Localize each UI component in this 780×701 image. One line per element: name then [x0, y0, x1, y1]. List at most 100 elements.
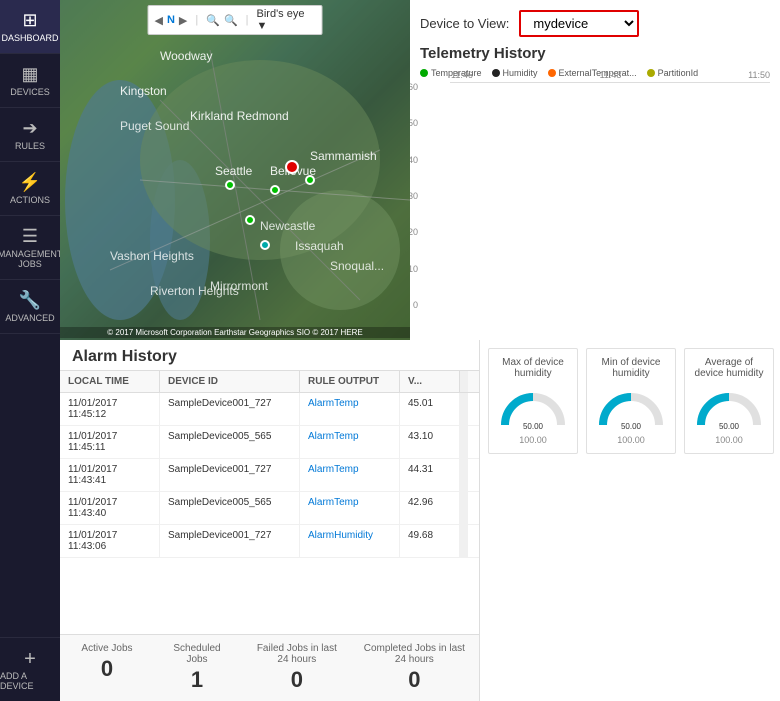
main-content: Kingston Woodway Puget Sound Kirkland Re… — [60, 0, 780, 701]
job-label: Failed Jobs in last 24 hours — [252, 643, 342, 665]
y-label: 50 — [410, 118, 418, 128]
svg-text:Issaquah: Issaquah — [295, 239, 344, 253]
cell-rule: AlarmTemp — [300, 393, 400, 425]
sidebar-item-rules[interactable]: ➔ RULES — [0, 108, 60, 162]
table-row: 11/01/201711:45:12 SampleDevice001_727 A… — [60, 393, 479, 426]
map-toolbar: ◀ N ▶ | 🔍 🔍 | Bird's eye ▼ — [148, 5, 323, 35]
sidebar-item-advanced[interactable]: 🔧 ADVANCED — [0, 280, 60, 334]
sidebar-item-label: DEVICES — [10, 87, 50, 97]
chart-container: 6050403020100 11:4611:4811:50 — [420, 82, 770, 330]
nav-compass: N — [167, 14, 175, 26]
svg-text:Puget Sound: Puget Sound — [120, 119, 189, 133]
humidity-card-2: Average of device humidity 50.00 100.00 — [684, 348, 774, 454]
cell-device: SampleDevice005_565 — [160, 492, 300, 524]
telemetry-title: Telemetry History — [420, 45, 770, 62]
svg-text:Snoqual...: Snoqual... — [330, 259, 384, 273]
device-select[interactable]: mydevice — [519, 10, 639, 37]
gauge-center-label: 50.00 — [523, 422, 544, 431]
job-count: 0 — [291, 667, 303, 693]
table-row: 11/01/201711:43:06 SampleDevice001_727 A… — [60, 525, 479, 558]
jobs-footer: Active Jobs0Scheduled Jobs1Failed Jobs i… — [60, 634, 479, 701]
birdseye-label: Bird's eye ▼ — [257, 8, 316, 32]
y-label: 60 — [410, 82, 418, 92]
x-label: 11:50 — [748, 70, 770, 80]
alarm-table-header: LOCAL TIME DEVICE ID RULE OUTPUT V... — [60, 370, 479, 393]
cell-time: 11/01/201711:45:11 — [60, 426, 160, 458]
rule-link[interactable]: AlarmTemp — [308, 431, 359, 442]
gauge-max-label: 100.00 — [519, 435, 547, 445]
cell-device: SampleDevice001_727 — [160, 459, 300, 491]
rule-link[interactable]: AlarmTemp — [308, 464, 359, 475]
table-row: 11/01/201711:45:11 SampleDevice005_565 A… — [60, 426, 479, 459]
bottom-area: Alarm History LOCAL TIME DEVICE ID RULE … — [60, 340, 780, 701]
y-label: 30 — [410, 191, 418, 201]
nav-right-btn[interactable]: ▶ — [179, 14, 187, 27]
y-label: 40 — [410, 155, 418, 165]
col-header-time: LOCAL TIME — [60, 371, 160, 392]
cell-device: SampleDevice001_727 — [160, 525, 300, 557]
y-label: 0 — [410, 300, 418, 310]
dashboard-icon: ⊞ — [22, 10, 37, 31]
cell-time: 11/01/201711:43:06 — [60, 525, 160, 557]
cell-rule: AlarmHumidity — [300, 525, 400, 557]
map-marker-green-1[interactable] — [245, 215, 255, 225]
alarm-panel: Alarm History LOCAL TIME DEVICE ID RULE … — [60, 340, 480, 701]
chart-area: 11:4611:4811:50 — [450, 82, 770, 83]
humidity-card-title: Average of device humidity — [693, 357, 765, 379]
alarm-table: LOCAL TIME DEVICE ID RULE OUTPUT V... 11… — [60, 370, 479, 634]
rule-link[interactable]: AlarmHumidity — [308, 530, 373, 541]
birdseye-btn[interactable]: Bird's eye ▼ — [257, 8, 316, 32]
advanced-icon: 🔧 — [19, 290, 41, 311]
job-item: Completed Jobs in last 24 hours0 — [362, 643, 467, 693]
humidity-cards-row: Max of device humidity 50.00 100.00 Min … — [488, 348, 772, 454]
svg-text:Vashon Heights: Vashon Heights — [110, 249, 194, 263]
svg-text:Woodway: Woodway — [160, 49, 212, 63]
job-label: Scheduled Jobs — [162, 643, 232, 665]
gauge-max-label: 100.00 — [715, 435, 743, 445]
job-count: 0 — [101, 656, 113, 682]
cell-value: 44.31 — [400, 459, 460, 491]
actions-icon: ⚡ — [19, 172, 41, 193]
table-row: 11/01/201711:43:40 SampleDevice005_565 A… — [60, 492, 479, 525]
svg-text:Kingston: Kingston — [120, 84, 167, 98]
svg-text:Newcastle: Newcastle — [260, 219, 316, 233]
svg-text:Sammamish: Sammamish — [310, 149, 377, 163]
sidebar-item-label: RULES — [15, 141, 45, 151]
map-svg: Kingston Woodway Puget Sound Kirkland Re… — [60, 0, 410, 340]
chart-wrapper: 11:4611:4811:50 — [450, 82, 770, 330]
zoom-out-btn[interactable]: 🔍 — [224, 14, 238, 27]
sidebar-item-label: MANAGEMENT JOBS — [0, 249, 62, 269]
humidity-card-0: Max of device humidity 50.00 100.00 — [488, 348, 578, 454]
sidebar-item-devices[interactable]: ▦ DEVICES — [0, 54, 60, 108]
alarm-title: Alarm History — [60, 340, 479, 370]
job-count: 1 — [191, 667, 203, 693]
cell-time: 11/01/201711:45:12 — [60, 393, 160, 425]
add-device-button[interactable]: + ADD A DEVICE — [0, 637, 60, 701]
cell-time: 11/01/201711:43:41 — [60, 459, 160, 491]
map-marker-red[interactable] — [285, 160, 299, 174]
telemetry-panel: Device to View: mydevice Telemetry Histo… — [410, 0, 780, 340]
humidity-panel: Max of device humidity 50.00 100.00 Min … — [480, 340, 780, 701]
rule-link[interactable]: AlarmTemp — [308, 497, 359, 508]
chart-y-labels: 6050403020100 — [410, 82, 418, 310]
gauge-max-label: 100.00 — [617, 435, 645, 445]
map-copyright: © 2017 Microsoft Corporation Earthstar G… — [60, 327, 410, 338]
sidebar-item-management-jobs[interactable]: ☰ MANAGEMENT JOBS — [0, 216, 60, 280]
rule-link[interactable]: AlarmTemp — [308, 398, 359, 409]
map-marker-green-4[interactable] — [225, 180, 235, 190]
nav-left-btn[interactable]: ◀ — [155, 14, 163, 27]
zoom-in-btn[interactable]: 🔍 — [206, 14, 220, 27]
x-label: 11:46 — [451, 70, 473, 80]
sidebar-item-dashboard[interactable]: ⊞ DASHBOARD — [0, 0, 60, 54]
top-area: Kingston Woodway Puget Sound Kirkland Re… — [60, 0, 780, 340]
job-label: Completed Jobs in last 24 hours — [362, 643, 467, 665]
map-marker-teal[interactable] — [260, 240, 270, 250]
map-container: Kingston Woodway Puget Sound Kirkland Re… — [60, 0, 410, 340]
cell-value: 49.68 — [400, 525, 460, 557]
sidebar-item-actions[interactable]: ⚡ ACTIONS — [0, 162, 60, 216]
map-marker-green-2[interactable] — [270, 185, 280, 195]
col-header-rule: RULE OUTPUT — [300, 371, 400, 392]
x-label: 11:48 — [600, 70, 622, 80]
map-marker-green-3[interactable] — [305, 175, 315, 185]
add-icon: + — [24, 648, 36, 671]
